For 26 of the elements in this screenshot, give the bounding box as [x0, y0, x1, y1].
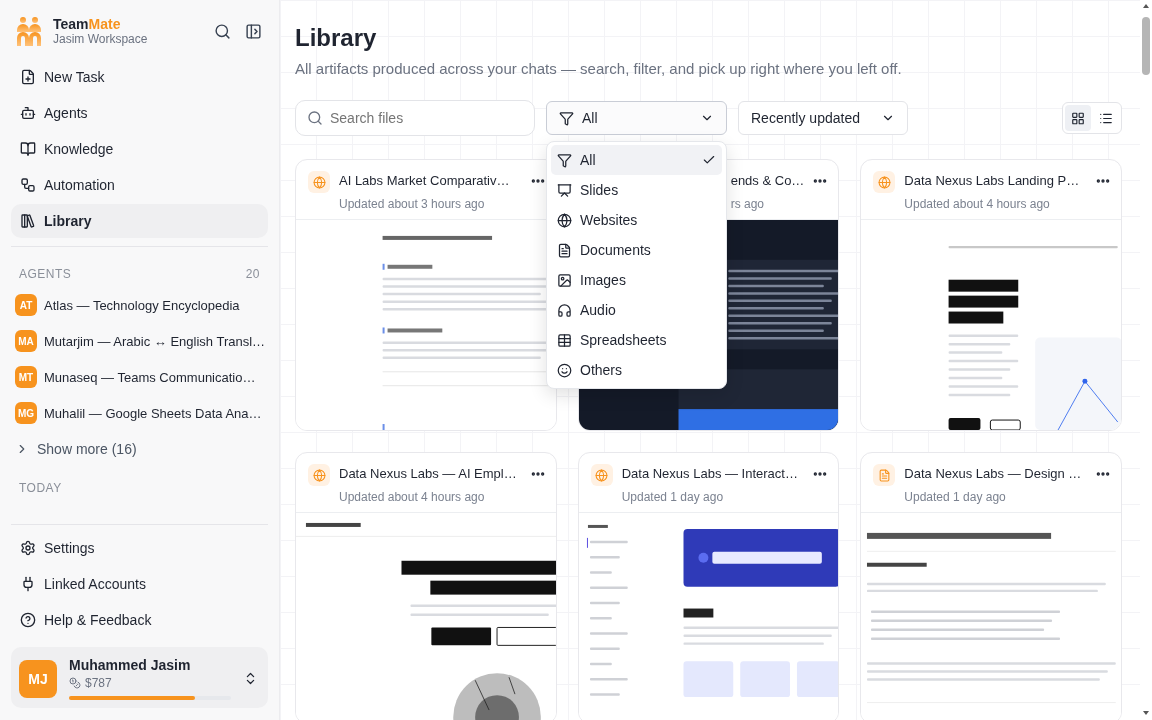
updated-time: rs ago [730, 197, 764, 211]
agent-avatar: MA [15, 330, 37, 352]
card-title: Data Nexus Labs — Interact… [621, 465, 798, 483]
card-title: Data Nexus Labs Landing P… [904, 172, 1080, 190]
user-name: Muhammed Jasim [69, 657, 192, 673]
page-title: Library [295, 23, 378, 53]
agent-count: 20 [245, 267, 260, 281]
updated-time: Updated about 4 hours ago [904, 197, 1050, 211]
card-title: Data Nexus Labs — AI Empl… [339, 465, 517, 483]
brand-name: TeamMate [53, 16, 122, 32]
updated-time: Updated about 3 hours ago [339, 197, 485, 211]
agent-avatar: MG [15, 402, 37, 424]
agent-avatar: MT [15, 366, 37, 388]
updated-time: Updated 1 day ago [904, 490, 1006, 504]
updated-time: Updated 1 day ago [621, 490, 724, 504]
updated-time: Updated about 4 hours ago [339, 490, 485, 504]
agent-avatar: AT [15, 294, 37, 316]
workspace-name: Jasim Workspace [53, 32, 149, 46]
user-avatar: MJ [19, 659, 57, 698]
section-heading: AGENTS [19, 267, 72, 281]
credit-balance: $787 [69, 676, 231, 690]
section-heading: TODAY [19, 481, 62, 495]
card-title: AI Labs Market Comparativ… [339, 172, 510, 190]
card-title: Data Nexus Labs — Design … [904, 465, 1082, 483]
page-subtitle: All artifacts produced across your chats — search, filter, and pick up right where you left off. [295, 60, 903, 77]
card-title: ends & Co… [730, 172, 805, 190]
